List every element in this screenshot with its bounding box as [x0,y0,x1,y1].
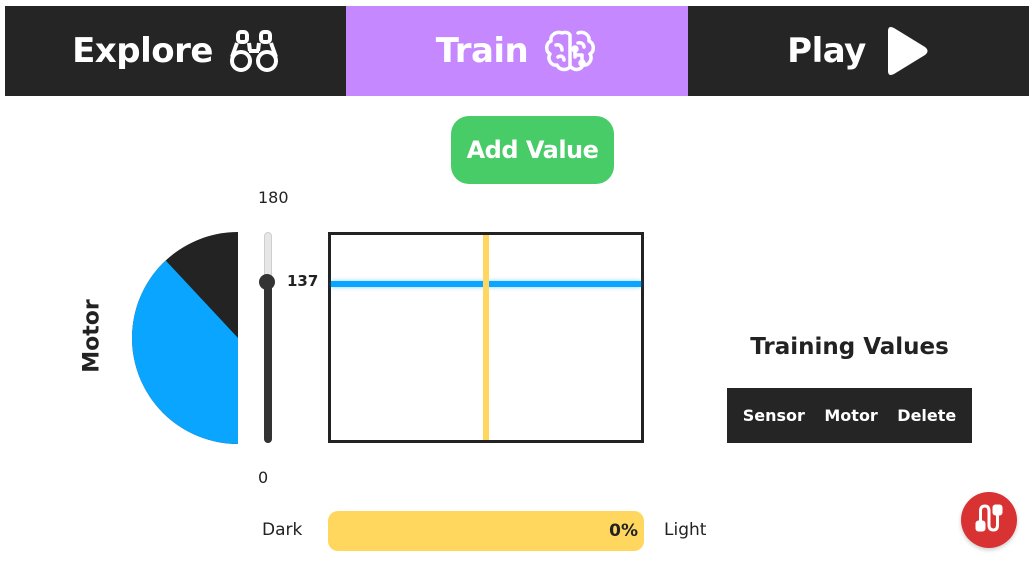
brain-icon [544,27,598,75]
tab-explore-label: Explore [72,31,213,71]
motor-slider-thumb[interactable] [259,274,275,291]
dark-label: Dark [262,520,303,540]
add-value-button[interactable]: Add Value [451,116,614,184]
motor-gauge [132,232,238,444]
sensor-value-line [483,235,489,440]
tab-train[interactable]: Train [346,6,688,96]
tab-play-label: Play [787,31,866,71]
motor-value-readout: 137 [287,272,319,291]
light-sensor-bar: 0% [328,511,644,551]
top-nav: Explore Train Play [5,6,1029,96]
training-values-title: Training Values [750,334,949,360]
tab-train-label: Train [435,31,529,71]
motor-scale-max: 180 [258,188,289,207]
light-label: Light [664,520,707,540]
connect-device-button[interactable] [961,492,1017,548]
column-delete: Delete [897,406,957,425]
tab-play[interactable]: Play [688,6,1029,96]
binoculars-icon [229,29,279,73]
training-values-header: Sensor Motor Delete [727,388,972,443]
motor-slider-fill [264,282,272,443]
tab-explore[interactable]: Explore [5,6,346,96]
motor-axis-label: Motor [79,299,105,373]
training-plot [328,232,644,443]
motor-scale-min: 0 [258,468,269,487]
column-sensor: Sensor [742,406,805,425]
play-icon [882,25,930,77]
plug-cable-icon [974,502,1004,538]
light-sensor-percent: 0% [609,521,638,541]
column-motor: Motor [824,406,878,425]
